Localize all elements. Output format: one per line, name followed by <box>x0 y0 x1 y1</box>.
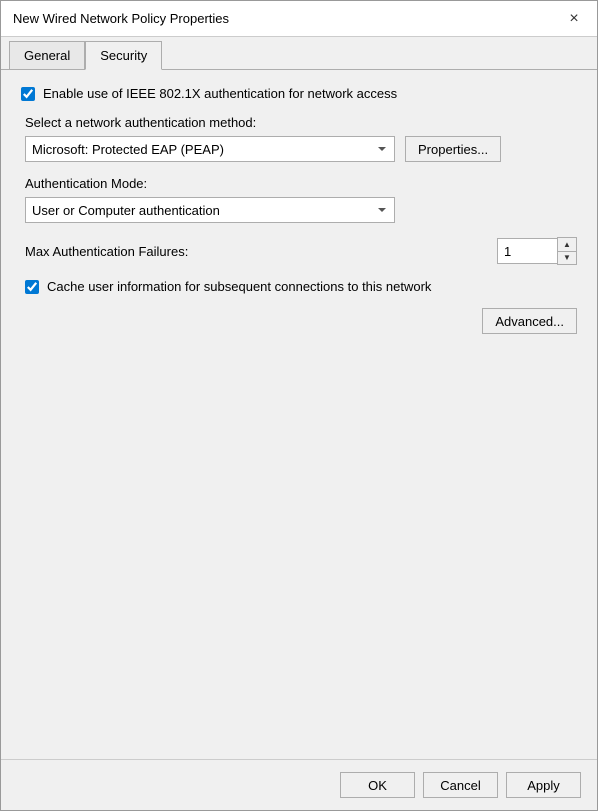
main-window: New Wired Network Policy Properties × Ge… <box>0 0 598 811</box>
auth-mode-dropdown[interactable]: User or Computer authentication Computer… <box>25 197 395 223</box>
auth-method-section: Select a network authentication method: … <box>21 115 577 334</box>
tab-general[interactable]: General <box>9 41 85 70</box>
auth-method-dropdown[interactable]: Microsoft: Protected EAP (PEAP) Microsof… <box>25 136 395 162</box>
auth-mode-row: User or Computer authentication Computer… <box>25 197 577 223</box>
advanced-button[interactable]: Advanced... <box>482 308 577 334</box>
ok-button[interactable]: OK <box>340 772 415 798</box>
cancel-button[interactable]: Cancel <box>423 772 498 798</box>
spinner-up-button[interactable]: ▲ <box>558 238 576 251</box>
apply-button[interactable]: Apply <box>506 772 581 798</box>
tab-content: Enable use of IEEE 802.1X authentication… <box>1 70 597 759</box>
cache-checkbox[interactable] <box>25 280 39 294</box>
ieee-checkbox-label: Enable use of IEEE 802.1X authentication… <box>43 86 397 101</box>
ieee-checkbox[interactable] <box>21 87 35 101</box>
close-button[interactable]: × <box>563 8 585 30</box>
max-failures-row: Max Authentication Failures: ▲ ▼ <box>25 237 577 265</box>
advanced-row: Advanced... <box>25 308 577 334</box>
ieee-checkbox-row: Enable use of IEEE 802.1X authentication… <box>21 86 577 101</box>
max-failures-label: Max Authentication Failures: <box>25 244 188 259</box>
tab-bar: General Security <box>1 41 597 70</box>
footer-buttons: OK Cancel Apply <box>1 759 597 810</box>
title-bar: New Wired Network Policy Properties × <box>1 1 597 37</box>
auth-mode-label: Authentication Mode: <box>25 176 577 191</box>
max-failures-input[interactable] <box>497 238 557 264</box>
spinner-buttons: ▲ ▼ <box>557 237 577 265</box>
cache-checkbox-row: Cache user information for subsequent co… <box>25 279 577 294</box>
window-title: New Wired Network Policy Properties <box>13 11 229 26</box>
max-failures-spinner: ▲ ▼ <box>497 237 577 265</box>
auth-method-label: Select a network authentication method: <box>25 115 577 130</box>
cache-checkbox-label: Cache user information for subsequent co… <box>47 279 431 294</box>
tab-general-label: General <box>24 48 70 63</box>
properties-button[interactable]: Properties... <box>405 136 501 162</box>
tab-security[interactable]: Security <box>85 41 162 70</box>
auth-method-row: Microsoft: Protected EAP (PEAP) Microsof… <box>25 136 577 162</box>
tab-security-label: Security <box>100 48 147 63</box>
spinner-down-button[interactable]: ▼ <box>558 251 576 264</box>
